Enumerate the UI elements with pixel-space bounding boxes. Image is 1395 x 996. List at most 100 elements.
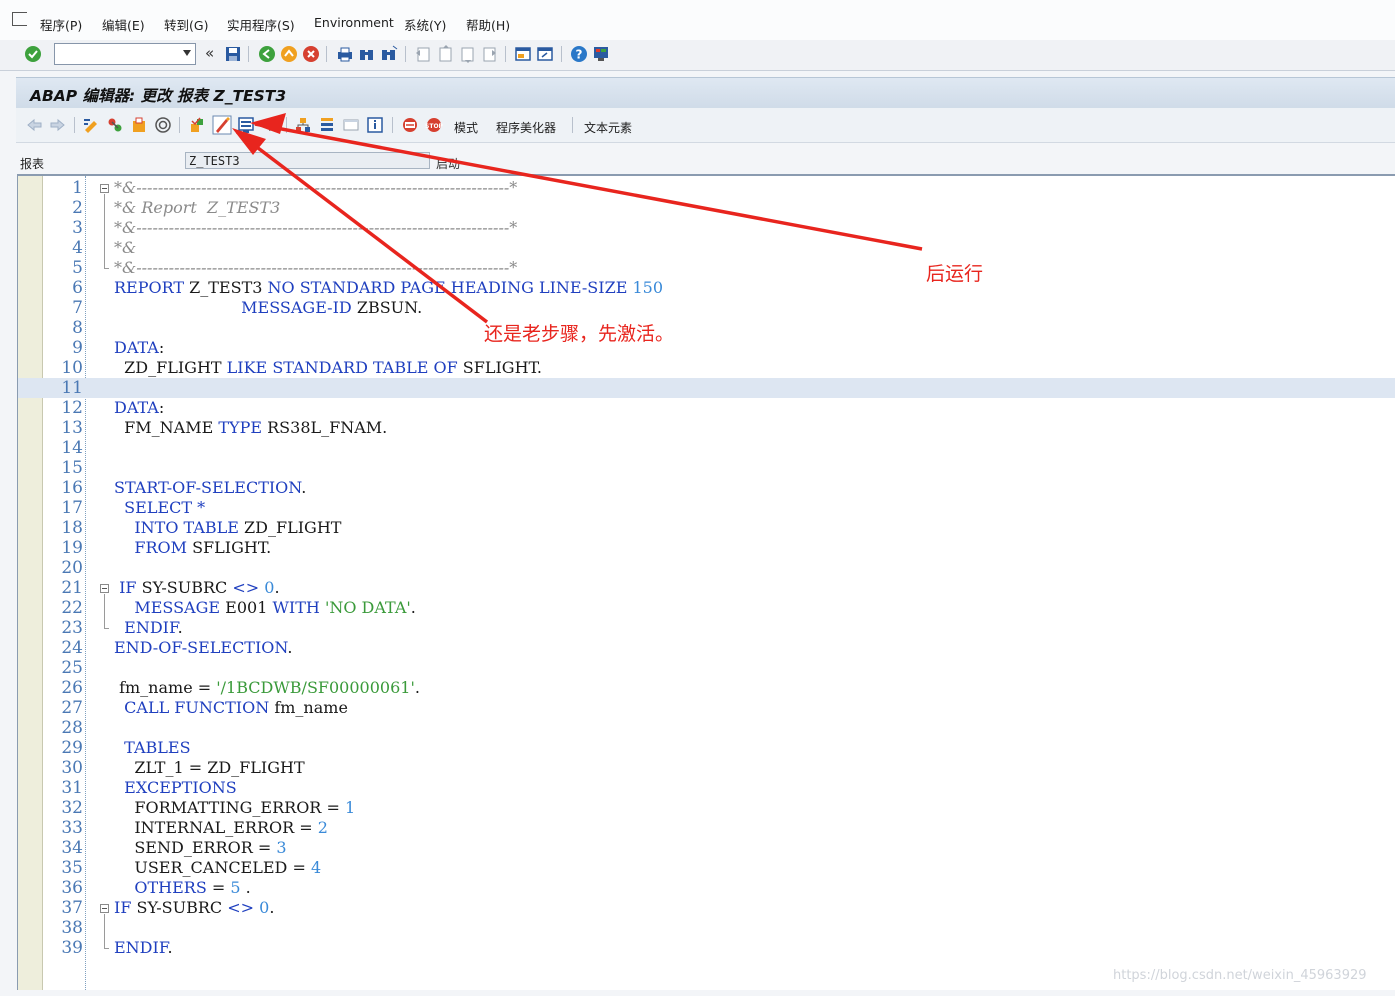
object-list-icon[interactable] [294,116,312,134]
find-icon[interactable] [358,45,376,63]
line-number: 24 [61,638,83,658]
menu-icon[interactable] [12,12,27,26]
arrow-left-icon[interactable] [26,117,43,133]
code-line[interactable]: 34 SEND_ERROR = 3 [18,838,1395,858]
code-line[interactable]: 11 [18,378,1395,398]
pretty-printer-button[interactable]: 程序美化器 [496,119,556,136]
code-text: DATA: [114,398,164,418]
code-line[interactable]: 30 ZLT_1 = ZD_FLIGHT [18,758,1395,778]
code-line[interactable]: 22 MESSAGE E001 WITH 'NO DATA'. [18,598,1395,618]
fullscreen-icon[interactable] [342,116,360,134]
code-token: *&--------------------------------------… [114,218,518,237]
code-line[interactable]: 4 *& [18,238,1395,258]
code-text: CALL FUNCTION fm_name [114,698,348,718]
code-line[interactable]: 26 fm_name = '/1BCDWB/SF00000061'. [18,678,1395,698]
activate-icon[interactable] [212,115,232,135]
code-line[interactable]: 25 [18,658,1395,678]
fold-toggle-icon[interactable] [100,584,109,593]
double-chevron-left-icon[interactable]: « [205,44,214,62]
display-change-icon[interactable] [82,116,100,134]
other-object-icon[interactable] [106,116,124,134]
check-icon[interactable] [188,116,206,134]
cancel-icon[interactable] [302,45,320,63]
breakpoint-icon[interactable] [401,116,419,134]
code-line[interactable]: 18 INTO TABLE ZD_FLIGHT [18,518,1395,538]
back-icon[interactable] [258,45,276,63]
new-session-icon[interactable] [514,45,532,63]
code-line[interactable]: 9 DATA: [18,338,1395,358]
code-line[interactable]: 15 [18,458,1395,478]
fold-toggle-icon[interactable] [100,904,109,913]
menu-system[interactable]: 系统(Y) [404,15,446,34]
line-number: 21 [61,578,83,598]
code-line[interactable]: 39 ENDIF. [18,938,1395,958]
application-toolbar: STOP 模式 程序美化器 文本元素 [16,108,1395,143]
code-line[interactable]: 8 [18,318,1395,338]
code-line[interactable]: 17 SELECT * [18,498,1395,518]
code-line[interactable]: 3 *&-------------------------------------… [18,218,1395,238]
code-line[interactable]: 6 REPORT Z_TEST3 NO STANDARD PAGE HEADING… [18,278,1395,298]
code-line[interactable]: 16 START-OF-SELECTION. [18,478,1395,498]
menu-environment[interactable]: Environment [314,15,394,30]
code-line[interactable]: 19 FROM SFLIGHT. [18,538,1395,558]
code-text: *& Report Z_TEST3 [114,198,280,218]
code-line[interactable]: 28 [18,718,1395,738]
code-line[interactable]: 31 EXCEPTIONS [18,778,1395,798]
code-line[interactable]: 14 [18,438,1395,458]
arrow-right-icon[interactable] [49,117,66,133]
menu-program[interactable]: 程序(P) [40,15,82,34]
code-line[interactable]: 32 FORMATTING_ERROR = 1 [18,798,1395,818]
code-line[interactable]: 13 FM_NAME TYPE RS38L_FNAM. [18,418,1395,438]
external-breakpoint-icon[interactable]: STOP [425,116,443,134]
code-editor[interactable]: 1 *&-------------------------------------… [17,174,1395,990]
test-run-icon[interactable] [237,116,255,134]
chevron-down-icon[interactable] [183,50,191,56]
rotate-icon[interactable] [260,116,278,134]
code-line[interactable]: 2 *& Report Z_TEST3 [18,198,1395,218]
help-icon[interactable]: ? [570,45,588,63]
exit-icon[interactable] [280,45,298,63]
first-page-icon[interactable] [414,45,432,63]
menu-goto[interactable]: 转到(G) [164,15,208,34]
command-field[interactable] [54,43,196,65]
code-line[interactable]: 5 *&-------------------------------------… [18,258,1395,278]
layout-icon[interactable] [592,45,610,63]
code-token: RS38L_FNAM. [262,418,388,437]
code-line[interactable]: 36 OTHERS = 5 . [18,878,1395,898]
code-line[interactable]: 24 END-OF-SELECTION. [18,638,1395,658]
code-line[interactable]: 33 INTERNAL_ERROR = 2 [18,818,1395,838]
code-token: SFLIGHT. [457,358,542,377]
last-page-icon[interactable] [480,45,498,63]
code-line[interactable]: 7 MESSAGE-ID ZBSUN. [18,298,1395,318]
code-line[interactable]: 35 USER_CANCELED = 4 [18,858,1395,878]
menu-utilities[interactable]: 实用程序(S) [227,15,295,34]
fold-toggle-icon[interactable] [100,184,109,193]
shortcut-icon[interactable] [536,45,554,63]
code-line[interactable]: 37 IF SY-SUBRC <> 0. [18,898,1395,918]
code-line[interactable]: 27 CALL FUNCTION fm_name [18,698,1395,718]
info-icon[interactable] [366,116,384,134]
prev-page-icon[interactable] [436,45,454,63]
watermark: https://blog.csdn.net/weixin_45963929 [1113,968,1367,983]
navigation-window-icon[interactable] [318,116,336,134]
code-line[interactable]: 12 DATA: [18,398,1395,418]
text-elements-button[interactable]: 文本元素 [584,119,632,136]
code-line[interactable]: 20 [18,558,1395,578]
code-line[interactable]: 21 IF SY-SUBRC <> 0. [18,578,1395,598]
code-line[interactable]: 1 *&-------------------------------------… [18,178,1395,198]
code-token: . [177,618,183,637]
save-icon[interactable] [224,45,242,63]
code-line[interactable]: 29 TABLES [18,738,1395,758]
code-line[interactable]: 10 ZD_FLIGHT LIKE STANDARD TABLE OF SFLI… [18,358,1395,378]
next-page-icon[interactable] [458,45,476,63]
code-line[interactable]: 38 [18,918,1395,938]
code-line[interactable]: 23 ENDIF. [18,618,1395,638]
mode-button[interactable]: 模式 [454,119,478,136]
where-used-icon[interactable] [154,116,172,134]
active-inactive-icon[interactable] [130,116,148,134]
find-next-icon[interactable] [380,45,398,63]
enter-icon[interactable] [24,45,42,63]
menu-help[interactable]: 帮助(H) [466,15,510,34]
menu-edit[interactable]: 编辑(E) [102,15,145,34]
print-icon[interactable] [336,45,354,63]
